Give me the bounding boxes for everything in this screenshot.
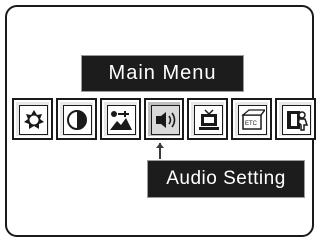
speaker-icon — [156, 112, 176, 128]
main-menu-title: Main Menu — [81, 55, 244, 92]
tab-brightness[interactable] — [12, 98, 53, 140]
tab-contrast[interactable] — [55, 98, 97, 140]
tab-etc[interactable]: ETC — [231, 98, 273, 140]
picture-landscape-icon — [110, 111, 133, 130]
tooltip-pointer-line — [159, 143, 161, 159]
tab-tv[interactable] — [187, 98, 229, 140]
tab-audio[interactable] — [143, 98, 185, 140]
brightness-sun-icon — [23, 110, 44, 129]
selected-item-tooltip: Audio Setting — [147, 160, 305, 198]
tab-picture[interactable] — [99, 98, 141, 140]
etc-box-icon: ETC — [241, 109, 265, 130]
setup-person-icon — [286, 111, 308, 131]
contrast-half-circle-icon — [67, 110, 88, 130]
etc-label: ETC — [245, 121, 258, 127]
tab-setup[interactable] — [275, 98, 317, 140]
menu-tab-bar: ETC — [12, 98, 319, 140]
television-icon — [198, 109, 219, 130]
